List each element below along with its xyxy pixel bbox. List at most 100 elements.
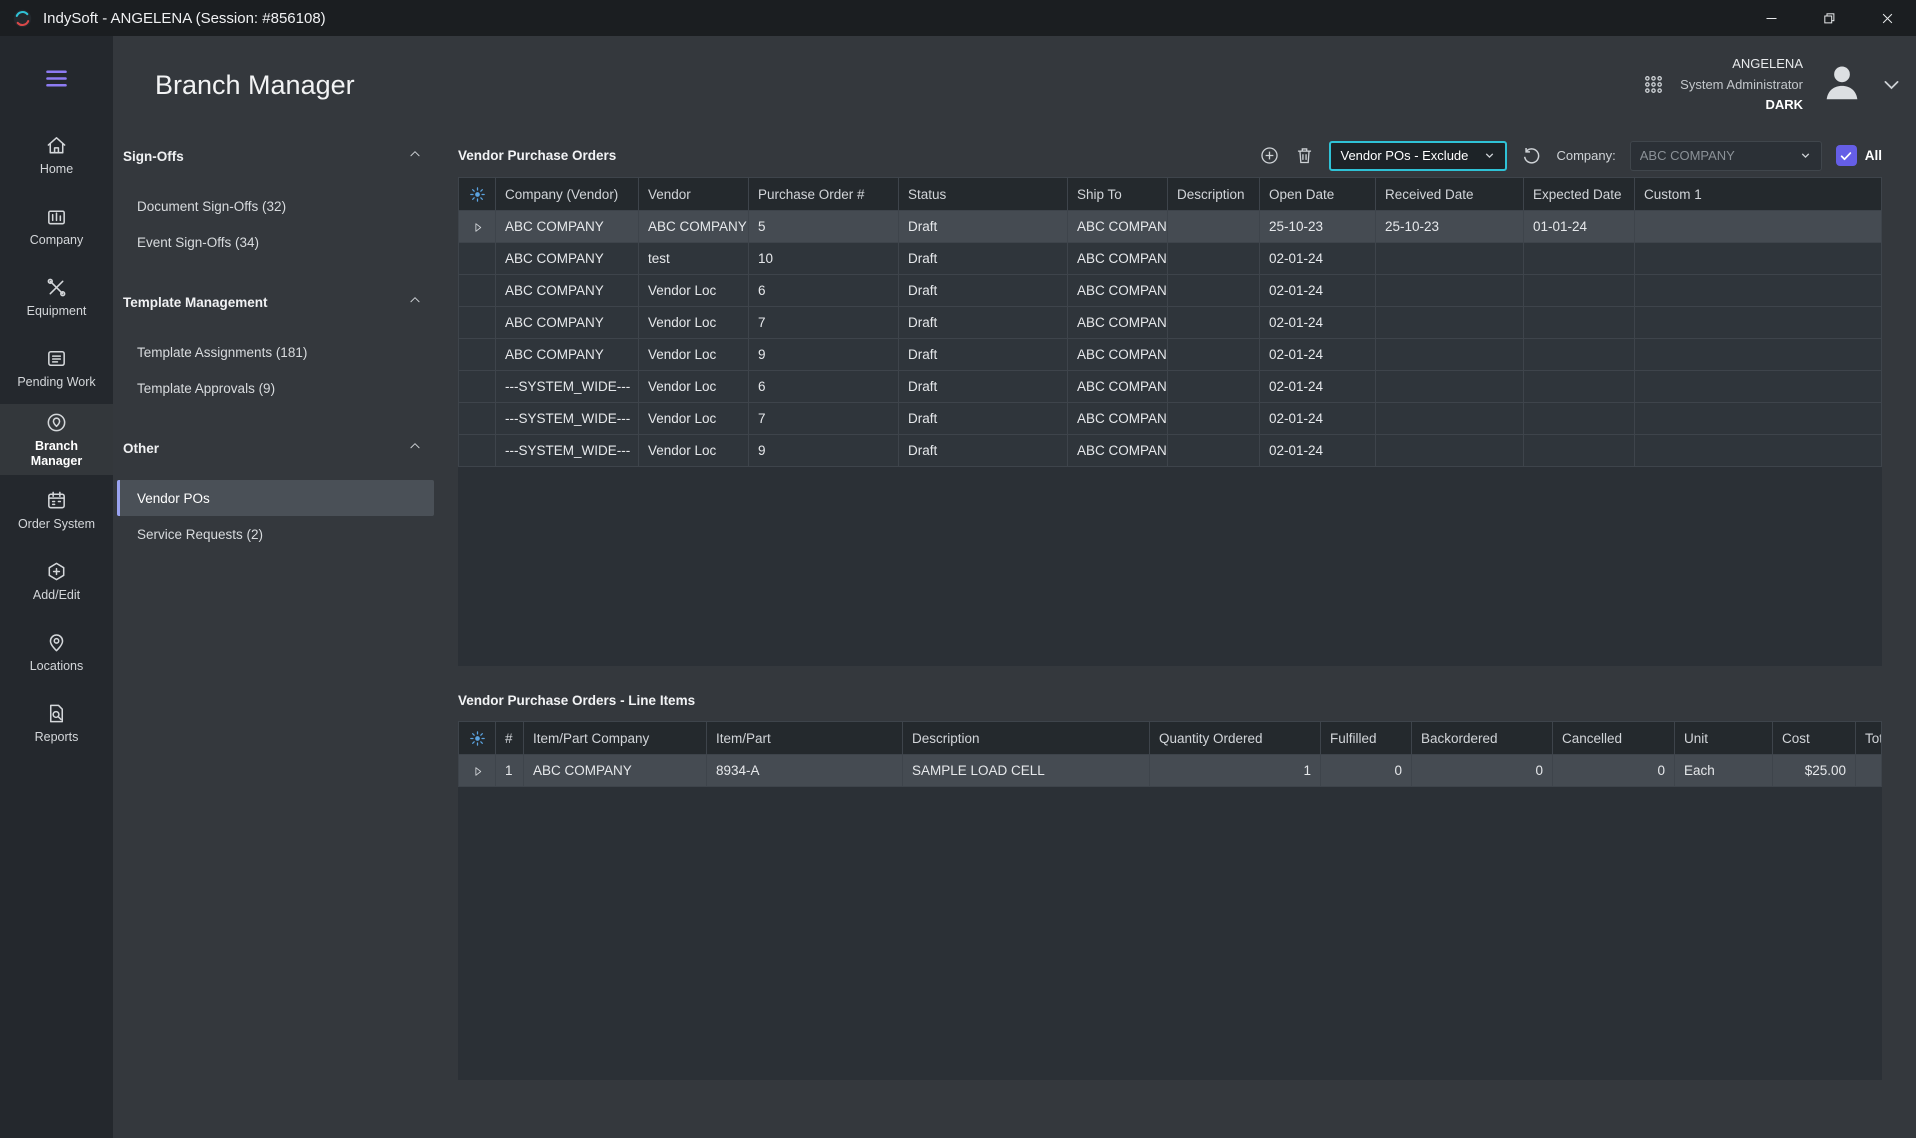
chevron-down-icon[interactable] [1881,74,1902,95]
minimize-button[interactable] [1742,0,1800,36]
cell: Vendor Loc [639,435,749,467]
vendor-pos-filter-dropdown[interactable]: Vendor POs - Exclude [1329,141,1507,171]
cell [1376,371,1524,403]
nav-item-document-sign-offs-32[interactable]: Document Sign-Offs (32) [117,188,434,224]
cell: 02-01-24 [1260,339,1376,371]
column-header-company-vendor[interactable]: Company (Vendor) [496,178,639,211]
cell [1376,339,1524,371]
sidebar-item-label: Add/Edit [33,588,80,603]
column-header-item-part[interactable]: Item/Part [707,722,903,755]
nav-item-service-requests-2[interactable]: Service Requests (2) [117,516,434,552]
cell: Draft [899,403,1068,435]
sidebar-item-locations[interactable]: Locations [0,617,113,688]
company-dropdown[interactable]: ABC COMPANY [1630,141,1822,171]
column-header-cancelled[interactable]: Cancelled [1553,722,1675,755]
home-icon [45,134,68,157]
sidebar-item-company[interactable]: Company [0,191,113,262]
vendor-pos-table: Company (Vendor)VendorPurchase Order #St… [458,177,1882,666]
column-header-total[interactable]: Total [1856,722,1882,755]
cell [1168,371,1260,403]
column-header-status[interactable]: Status [899,178,1068,211]
cell [1524,403,1635,435]
table-row[interactable]: ---SYSTEM_WIDE---Vendor Loc6DraftABC COM… [459,371,1882,403]
column-header-custom-1[interactable]: Custom 1 [1635,178,1882,211]
column-header-description[interactable]: Description [1168,178,1260,211]
table-row[interactable]: ---SYSTEM_WIDE---Vendor Loc9DraftABC COM… [459,435,1882,467]
row-expander-icon[interactable] [471,221,484,234]
row-expander-icon[interactable] [471,765,484,778]
app-grid-icon[interactable] [1643,74,1664,95]
cell: Vendor Loc [639,403,749,435]
column-header-backordered[interactable]: Backordered [1412,722,1553,755]
sidebar-item-label: Order System [18,517,95,532]
column-header-cost[interactable]: Cost [1773,722,1856,755]
table-settings-header[interactable] [459,722,496,755]
sidebar-item-pending-work[interactable]: Pending Work [0,333,113,404]
cell: Draft [899,307,1068,339]
column-header-vendor[interactable]: Vendor [639,178,749,211]
column-header-description[interactable]: Description [903,722,1150,755]
table-row[interactable]: ABC COMPANYVendor Loc7DraftABC COMPANY02… [459,307,1882,339]
nav-item-event-sign-offs-34[interactable]: Event Sign-Offs (34) [117,224,434,260]
nav-item-template-assignments-181[interactable]: Template Assignments (181) [117,334,434,370]
column-header-received-date[interactable]: Received Date [1376,178,1524,211]
cell: ABC COMPANY [639,211,749,243]
all-checkbox[interactable] [1836,145,1857,166]
column-header-purchase-order[interactable]: Purchase Order # [749,178,899,211]
company-icon [45,205,68,228]
table-row[interactable]: ABC COMPANYABC COMPANY5DraftABC COMPANY2… [459,211,1882,243]
cell: ABC COMPANY [1068,403,1168,435]
cell: 25-10-23 [1260,211,1376,243]
add-icon[interactable] [1259,145,1280,166]
table-row[interactable]: 1ABC COMPANY8934-ASAMPLE LOAD CELL1000Ea… [459,755,1882,787]
nav-item-vendor-pos[interactable]: Vendor POs [117,480,434,516]
table-row[interactable]: ABC COMPANYtest10DraftABC COMPANY02-01-2… [459,243,1882,275]
sidebar-item-label: Company [30,233,84,248]
table-row[interactable]: ---SYSTEM_WIDE---Vendor Loc7DraftABC COM… [459,403,1882,435]
cell [1376,275,1524,307]
nav-section-header-template-management[interactable]: Template Management [113,292,422,312]
nav-item-label: Template Approvals (9) [137,381,275,396]
chevron-up-icon [408,293,422,312]
close-button[interactable] [1858,0,1916,36]
nav-item-label: Template Assignments (181) [137,345,307,360]
table-row[interactable]: ABC COMPANYVendor Loc6DraftABC COMPANY02… [459,275,1882,307]
nav-item-template-approvals-9[interactable]: Template Approvals (9) [117,370,434,406]
maximize-button[interactable] [1800,0,1858,36]
column-header-fulfilled[interactable]: Fulfilled [1321,722,1412,755]
all-checkbox-label: All [1865,148,1882,163]
sidebar-item-equipment[interactable]: Equipment [0,262,113,333]
sidebar-item-reports[interactable]: Reports [0,688,113,759]
cell: 1 [496,755,524,787]
sidebar-item-branch-manager[interactable]: Branch Manager [0,404,113,475]
cell: Draft [899,275,1068,307]
refresh-icon[interactable] [1521,145,1542,166]
cell: 6 [749,371,899,403]
column-header-ship-to[interactable]: Ship To [1068,178,1168,211]
cell [1376,403,1524,435]
column-header-col-0[interactable]: # [496,722,524,755]
cell: $25.00 [1773,755,1856,787]
cell [1635,403,1882,435]
sidebar-item-home[interactable]: Home [0,120,113,191]
cell [1524,371,1635,403]
user-info: ANGELENA System Administrator DARK [1680,54,1803,116]
nav-item-label: Service Requests (2) [137,527,263,542]
table-settings-header[interactable] [459,178,496,211]
sidebar-item-order-system[interactable]: Order System [0,475,113,546]
column-header-expected-date[interactable]: Expected Date [1524,178,1635,211]
hamburger-menu-button[interactable] [0,36,113,120]
add-edit-icon [45,560,68,583]
sidebar-item-add-edit[interactable]: Add/Edit [0,546,113,617]
column-header-quantity-ordered[interactable]: Quantity Ordered [1150,722,1321,755]
nav-section-header-other[interactable]: Other [113,438,422,458]
column-header-open-date[interactable]: Open Date [1260,178,1376,211]
nav-section-header-sign-offs[interactable]: Sign-Offs [113,146,422,166]
column-header-unit[interactable]: Unit [1675,722,1773,755]
delete-icon[interactable] [1294,145,1315,166]
column-header-item-part-company[interactable]: Item/Part Company [524,722,707,755]
table-row[interactable]: ABC COMPANYVendor Loc9DraftABC COMPANY02… [459,339,1882,371]
user-avatar[interactable] [1819,59,1865,110]
cell: ABC COMPANY [496,275,639,307]
cell: ABC COMPANY [1068,307,1168,339]
